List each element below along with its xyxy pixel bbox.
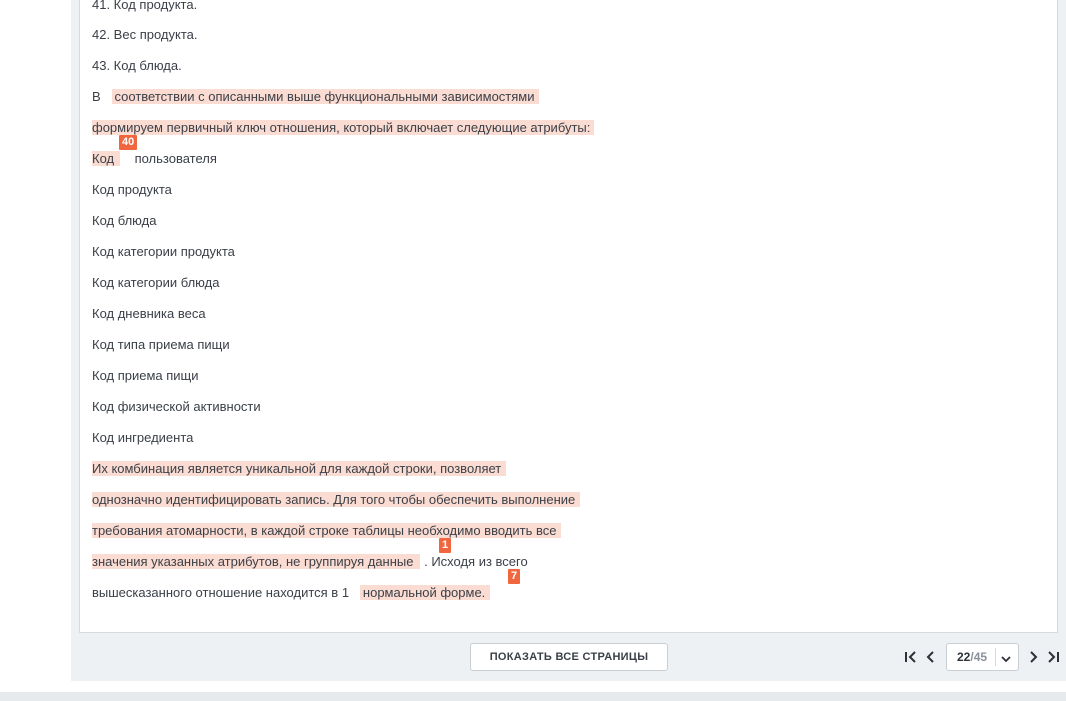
text-line: 41. Код продукта. [92,0,198,12]
highlight-span[interactable]: формируем первичный ключ отношения, кото… [92,120,595,135]
highlight-span[interactable]: соответствии с описанными выше функциона… [111,89,539,104]
text-line: Код типа приема пищи [92,337,230,352]
text-line: Код категории продукта [92,244,235,259]
text-line: В соответствии с описанными выше функцио… [92,87,539,107]
chevron-down-icon[interactable] [1001,652,1011,666]
text-line: значения указанных атрибутов, не группир… [92,554,528,569]
highlight-span[interactable]: Код [92,151,121,166]
text-line: Код блюда [92,213,157,228]
page-bottom-band [0,692,1066,701]
text-line: Код продукта [92,182,172,197]
next-page-icon[interactable] [1024,647,1042,667]
source-badge[interactable]: 7 [508,569,521,584]
text-line: требования атомарности, в каждой строке … [92,521,562,541]
show-all-pages-button[interactable]: ПОКАЗАТЬ ВСЕ СТРАНИЦЫ [470,643,668,671]
text-line: Код приема пищи [92,368,199,383]
text-line: Код физической активности [92,399,261,414]
text-line: Код пользователя [92,151,217,166]
text-line: Код категории блюда [92,275,220,290]
source-badge[interactable]: 1 [439,538,452,553]
highlight-span[interactable]: нормальной форме. [359,585,491,600]
first-page-icon[interactable] [902,647,920,667]
text-line: Их комбинация является уникальной для ка… [92,459,507,479]
divider [995,648,996,666]
text-line: 42. Вес продукта. [92,27,198,42]
text-line: Код ингредиента [92,430,194,445]
text-line: Код дневника веса [92,306,206,321]
text-line: вышесказанного отношение находится в 1 н… [92,583,491,603]
highlight-span[interactable]: значения указанных атрибутов, не группир… [92,554,421,569]
highlight-span[interactable]: Их комбинация является уникальной для ка… [92,461,507,476]
prev-page-icon[interactable] [922,647,940,667]
text-line: 43. Код блюда. [92,58,182,73]
highlight-span[interactable]: однозначно идентифицировать запись. Для … [92,492,581,507]
text-line: формируем первичный ключ отношения, кото… [92,118,595,138]
last-page-icon[interactable] [1044,647,1062,667]
highlight-span[interactable]: требования атомарности, в каждой строке … [92,523,562,538]
page-selector[interactable]: 22/45 [946,643,1019,671]
source-badge[interactable]: 40 [119,135,138,150]
text-line: однозначно идентифицировать запись. Для … [92,490,581,510]
page-indicator: 22/45 [957,650,988,664]
